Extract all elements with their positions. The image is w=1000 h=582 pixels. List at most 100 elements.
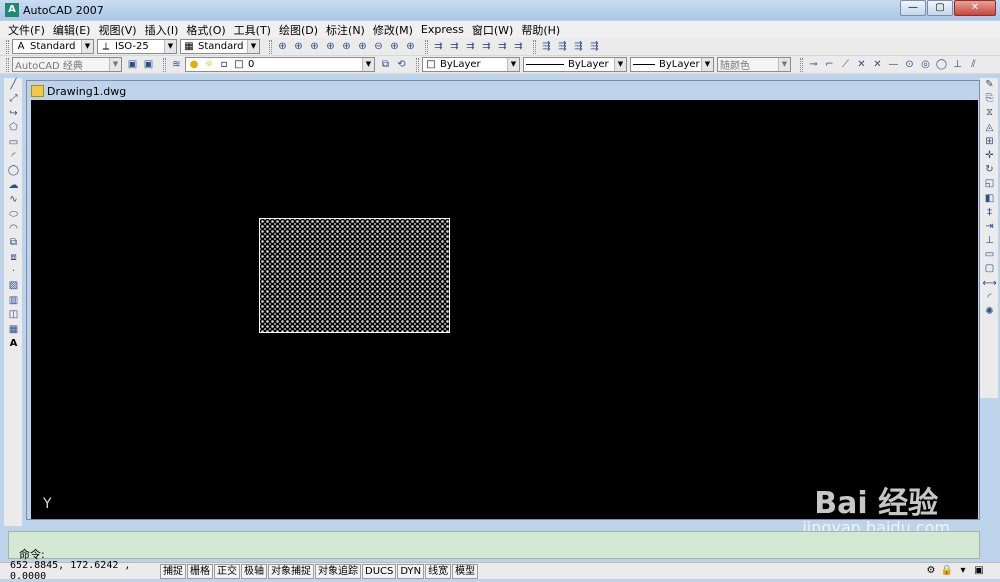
chevron-down-icon[interactable]: ▼ (778, 58, 790, 71)
layer-tool-icon[interactable]: ⇶ (571, 40, 586, 54)
chevron-down-icon[interactable]: ▼ (507, 58, 519, 71)
snap-extension-icon[interactable]: — (886, 58, 901, 72)
plot-style-select[interactable]: 随颜色 ▼ (717, 57, 791, 72)
mtext-icon[interactable]: A (6, 337, 21, 351)
toolbar-grip[interactable] (163, 57, 166, 72)
osnap-toggle[interactable]: 对象捕捉 (268, 563, 314, 579)
arc-icon[interactable]: ◜ (6, 150, 21, 164)
zoom-center-icon[interactable]: ⊕ (339, 40, 354, 54)
toolbar-grip[interactable] (416, 57, 419, 72)
minimize-button[interactable]: — (900, 0, 926, 16)
stretch-icon[interactable]: ◧ (982, 192, 997, 206)
construction-line-icon[interactable]: ⤢ (6, 92, 21, 106)
layer-tool-icon[interactable]: ⇶ (555, 40, 570, 54)
menu-draw[interactable]: 绘图(D) (279, 22, 318, 38)
offset-icon[interactable]: ◬ (982, 121, 997, 135)
layer-tool-icon[interactable]: ⇶ (587, 40, 602, 54)
zoom-dynamic-icon[interactable]: ⊕ (307, 40, 322, 54)
toolbar-grip[interactable] (800, 57, 803, 72)
toolbar-grip[interactable] (533, 39, 536, 54)
chevron-down-icon[interactable]: ▼ (701, 58, 713, 71)
region-icon[interactable]: ◫ (6, 308, 21, 322)
menu-help[interactable]: 帮助(H) (521, 22, 560, 38)
workspace-save-icon[interactable]: ▣ (141, 58, 156, 72)
menu-insert[interactable]: 插入(I) (145, 22, 179, 38)
snap-midpoint-icon[interactable]: ⟋ (838, 58, 853, 72)
extend-icon[interactable]: ⇥ (982, 220, 997, 234)
workspace-settings-icon[interactable]: ▣ (125, 58, 140, 72)
layer-tool-icon[interactable]: ⇶ (539, 40, 554, 54)
zoom-out-icon[interactable]: ⊖ (371, 40, 386, 54)
zoom-window-icon[interactable]: ⊕ (291, 40, 306, 54)
menu-window[interactable]: 窗口(W) (472, 22, 513, 38)
snap-apparent-icon[interactable]: ✕ (870, 58, 885, 72)
ellipse-arc-icon[interactable]: ◠ (6, 222, 21, 236)
snap-parallel-icon[interactable]: ⫽ (966, 58, 981, 72)
hatched-rectangle[interactable] (259, 218, 450, 333)
layer-select[interactable]: ● ☼ ▫ □ 0 ▼ (185, 57, 375, 72)
snap-endpoint-icon[interactable]: ⊸ (806, 58, 821, 72)
break-at-point-icon[interactable]: ⊥ (982, 234, 997, 248)
zoom-all-icon[interactable]: ⊕ (387, 40, 402, 54)
menu-modify[interactable]: 修改(M) (373, 22, 413, 38)
text-style-select[interactable]: A Standard ▼ (12, 39, 94, 54)
revcloud-icon[interactable]: ☁ (6, 179, 21, 193)
rotate-icon[interactable]: ↻ (982, 163, 997, 177)
snap-quadrant-icon[interactable]: ◎ (918, 58, 933, 72)
ducs-toggle[interactable]: DUCS (362, 563, 397, 579)
snap-intersection-icon[interactable]: ✕ (854, 58, 869, 72)
maximize-button[interactable]: ▢ (927, 0, 953, 16)
array-icon[interactable]: ⊞ (982, 135, 997, 149)
dim-ordinate-icon[interactable]: ⇉ (479, 40, 494, 54)
point-icon[interactable]: · (6, 265, 21, 279)
zoom-realtime-icon[interactable]: ⊕ (275, 40, 290, 54)
table-icon[interactable]: ▦ (6, 323, 21, 337)
communication-center-icon[interactable]: ⚙ (924, 564, 938, 577)
make-block-icon[interactable]: ⧈ (6, 251, 21, 265)
chevron-down-icon[interactable]: ▼ (81, 40, 93, 53)
polygon-icon[interactable]: ⬠ (6, 121, 21, 135)
workspace-select[interactable]: AutoCAD 经典 ▼ (12, 57, 122, 72)
ortho-toggle[interactable]: 正交 (214, 563, 240, 579)
dim-diameter-icon[interactable]: ⇉ (511, 40, 526, 54)
chevron-down-icon[interactable]: ▾ (956, 564, 970, 577)
menu-format[interactable]: 格式(O) (186, 22, 225, 38)
dyn-toggle[interactable]: DYN (397, 563, 425, 579)
toolbar-grip[interactable] (269, 39, 272, 54)
fillet-icon[interactable]: ◜ (982, 291, 997, 305)
ellipse-icon[interactable]: ⬭ (6, 208, 21, 222)
snap-center-icon[interactable]: ⊙ (902, 58, 917, 72)
chevron-down-icon[interactable]: ▼ (164, 40, 176, 53)
trim-icon[interactable]: ‡ (982, 206, 997, 220)
make-object-layer-current-icon[interactable]: ⧉ (378, 58, 393, 72)
layer-previous-icon[interactable]: ⟲ (394, 58, 409, 72)
lineweight-select[interactable]: ByLayer ▼ (630, 57, 714, 72)
gradient-icon[interactable]: ▥ (6, 294, 21, 308)
scale-icon[interactable]: ◱ (982, 177, 997, 191)
polar-toggle[interactable]: 极轴 (241, 563, 267, 579)
zoom-in-icon[interactable]: ⊕ (355, 40, 370, 54)
close-button[interactable]: ✕ (954, 0, 996, 16)
lock-icon[interactable]: 🔒 (940, 564, 954, 577)
snap-tracking-icon[interactable]: ⌐ (822, 58, 837, 72)
toolbar-grip[interactable] (6, 57, 9, 72)
spline-icon[interactable]: ∿ (6, 193, 21, 207)
menu-dimension[interactable]: 标注(N) (326, 22, 365, 38)
polyline-icon[interactable]: ↪ (6, 107, 21, 121)
menu-express[interactable]: Express (421, 23, 464, 36)
linetype-select[interactable]: ByLayer ▼ (523, 57, 627, 72)
model-toggle[interactable]: 模型 (452, 563, 479, 579)
erase-icon[interactable]: ✎ (982, 78, 997, 92)
explode-icon[interactable]: ✺ (982, 305, 997, 319)
menu-edit[interactable]: 编辑(E) (53, 22, 91, 38)
hatch-icon[interactable]: ▨ (6, 279, 21, 293)
chevron-down-icon[interactable]: ▼ (109, 58, 121, 71)
toolbar-grip[interactable] (425, 39, 428, 54)
chevron-down-icon[interactable]: ▼ (362, 58, 374, 71)
dim-linear-icon[interactable]: ⇉ (431, 40, 446, 54)
menu-view[interactable]: 视图(V) (98, 22, 136, 38)
table-style-select[interactable]: ▦ Standard ▼ (180, 39, 260, 54)
color-select[interactable]: □ ByLayer ▼ (422, 57, 520, 72)
snap-toggle[interactable]: 捕捉 (160, 563, 186, 579)
zoom-scale-icon[interactable]: ⊕ (323, 40, 338, 54)
